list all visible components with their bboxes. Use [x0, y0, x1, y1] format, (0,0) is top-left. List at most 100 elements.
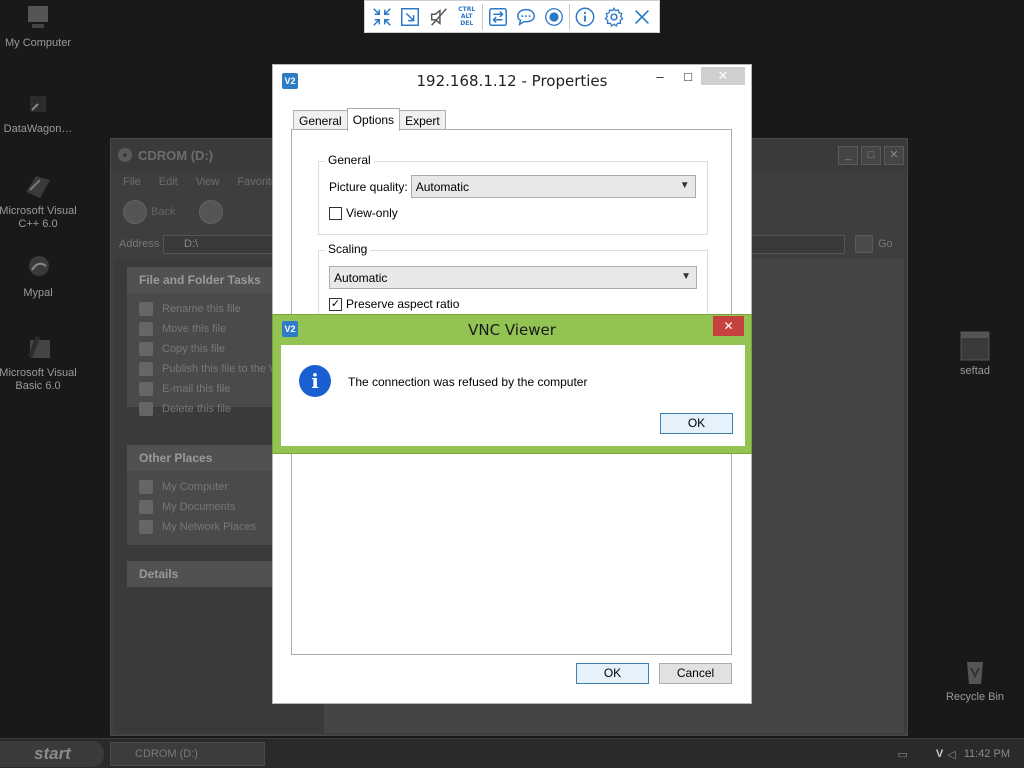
menu-file[interactable]: File: [123, 176, 141, 188]
picture-quality-select[interactable]: Automatic ▼: [410, 175, 696, 198]
rename-icon: [139, 302, 153, 316]
error-dialog-title-bar[interactable]: V2 VNC Viewer ✕: [273, 315, 751, 345]
delete-icon: [139, 402, 153, 416]
clock: 11:42 PM: [963, 748, 1010, 760]
explorer-minimize-button[interactable]: _: [838, 146, 858, 165]
view-only-row[interactable]: View-only: [329, 206, 398, 220]
go-label: Go: [878, 238, 893, 250]
start-label: start: [34, 744, 71, 763]
mypal-icon: [29, 256, 49, 276]
close-icon: [634, 9, 649, 24]
toolbar-separator: [569, 3, 571, 30]
desktop-icon-label: seftad: [960, 365, 990, 377]
keyboard-icon[interactable]: ▭: [898, 748, 908, 761]
desktop-icon-visual-basic[interactable]: Microsoft Visual Basic 6.0: [0, 332, 80, 393]
task-label: Delete this file: [162, 403, 232, 415]
recycle-bin-icon: [967, 662, 983, 684]
error-dialog-close-button[interactable]: ✕: [713, 316, 744, 336]
properties-title-bar[interactable]: V2 192.168.1.12 - Properties – □ ✕: [273, 65, 751, 97]
computer-icon: [28, 6, 48, 28]
cancel-button[interactable]: Cancel: [659, 663, 732, 684]
desktop-icon-label: DataWagon…: [3, 123, 73, 135]
desktop-icon-label: Microsoft Visual C++ 6.0: [0, 205, 77, 230]
view-only-label: View-only: [346, 206, 398, 220]
desktop-icon-mypal[interactable]: Mypal: [0, 252, 80, 300]
scaling-select[interactable]: Automatic ▼: [329, 266, 697, 289]
speaker-icon[interactable]: ◁: [947, 748, 955, 761]
copy-icon: [139, 342, 153, 356]
general-group: General Picture quality: Automatic ▼ Vie…: [318, 153, 708, 235]
taskbar: start CDROM (D:) ▭ V ◁ 11:42 PM: [0, 738, 1024, 768]
back-arrow-icon[interactable]: [123, 200, 147, 224]
tab-expert[interactable]: Expert: [399, 110, 446, 131]
view-only-checkbox[interactable]: [329, 206, 342, 220]
ok-button[interactable]: OK: [576, 663, 649, 684]
back-label[interactable]: Back: [151, 206, 175, 218]
close-session-button[interactable]: [628, 2, 656, 31]
general-group-title: General: [325, 153, 374, 167]
tab-options[interactable]: Options: [346, 108, 401, 131]
record-button[interactable]: [540, 2, 568, 31]
shortcut-icon: [30, 96, 46, 112]
ctrl-alt-del-button[interactable]: CTRL ALT DEL: [453, 2, 481, 31]
menu-edit[interactable]: Edit: [159, 176, 178, 188]
properties-tabs: General Options Expert: [293, 107, 446, 131]
picture-quality-value: Automatic: [415, 179, 470, 194]
vnc-error-dialog: V2 VNC Viewer ✕ i The connection was ref…: [272, 314, 752, 454]
preserve-aspect-checkbox[interactable]: ✓: [329, 297, 342, 311]
system-tray: ▭ V ◁ 11:42 PM: [886, 741, 1024, 767]
info-button[interactable]: [571, 2, 599, 31]
desktop-icon-seftad[interactable]: seftad: [933, 330, 1017, 378]
mute-button[interactable]: [424, 2, 452, 31]
email-icon: [139, 382, 153, 396]
cdrom-icon: [118, 148, 132, 162]
taskbar-item-cdrom[interactable]: CDROM (D:): [110, 742, 265, 766]
folder-icon: [139, 500, 153, 514]
scaling-value: Automatic: [334, 270, 388, 285]
vnc-toolbar: CTRL ALT DEL: [364, 0, 660, 33]
chevron-down-icon: ▼: [679, 180, 690, 191]
transfer-files-button[interactable]: [484, 2, 512, 31]
chat-button[interactable]: [512, 2, 540, 31]
address-label: Address: [119, 238, 160, 250]
network-icon: [139, 520, 153, 534]
settings-button[interactable]: [600, 2, 628, 31]
minimize-button[interactable]: –: [645, 67, 675, 85]
close-button[interactable]: ✕: [701, 67, 745, 85]
error-dialog-body: i The connection was refused by the comp…: [281, 345, 745, 446]
preserve-aspect-row[interactable]: ✓ Preserve aspect ratio: [329, 297, 459, 311]
tab-general[interactable]: General: [293, 110, 348, 131]
scale-button[interactable]: [396, 2, 424, 31]
go-button[interactable]: Go: [855, 235, 893, 253]
explorer-maximize-button[interactable]: □: [861, 146, 881, 165]
forward-arrow-icon[interactable]: [199, 200, 224, 224]
scale-icon: [401, 7, 420, 26]
globe-icon: [139, 362, 153, 376]
desktop-icon-my-computer[interactable]: My Computer: [0, 2, 80, 50]
error-ok-button[interactable]: OK: [660, 413, 733, 434]
preserve-aspect-label: Preserve aspect ratio: [346, 297, 460, 311]
speaker-muted-icon: [430, 7, 447, 26]
chat-icon: [517, 8, 536, 26]
place-label: My Computer: [162, 481, 229, 493]
desktop-icon-label: Mypal: [23, 287, 53, 299]
task-label: Rename this file: [162, 303, 241, 315]
explorer-title: CDROM (D:): [138, 147, 214, 163]
scaling-group-title: Scaling: [325, 242, 371, 256]
go-arrow-icon: [855, 235, 873, 253]
exit-fullscreen-button[interactable]: [368, 2, 396, 31]
place-label: My Network Places: [162, 521, 257, 533]
picture-quality-label: Picture quality:: [329, 179, 408, 194]
move-icon: [139, 322, 153, 336]
desktop-icon-datawagon[interactable]: DataWagon…: [0, 88, 80, 136]
window-icon: [960, 331, 990, 361]
explorer-close-button[interactable]: ✕: [884, 146, 904, 165]
start-button[interactable]: start: [0, 741, 104, 767]
menu-view[interactable]: View: [196, 176, 220, 188]
desktop-icon-recycle-bin[interactable]: Recycle Bin: [933, 656, 1017, 704]
transfer-icon: [488, 7, 507, 26]
maximize-button[interactable]: □: [673, 67, 703, 85]
error-dialog-title: VNC Viewer: [468, 321, 556, 339]
desktop-icon-visual-cpp[interactable]: Microsoft Visual C++ 6.0: [0, 170, 80, 231]
vnc-tray-icon[interactable]: V: [936, 748, 943, 760]
